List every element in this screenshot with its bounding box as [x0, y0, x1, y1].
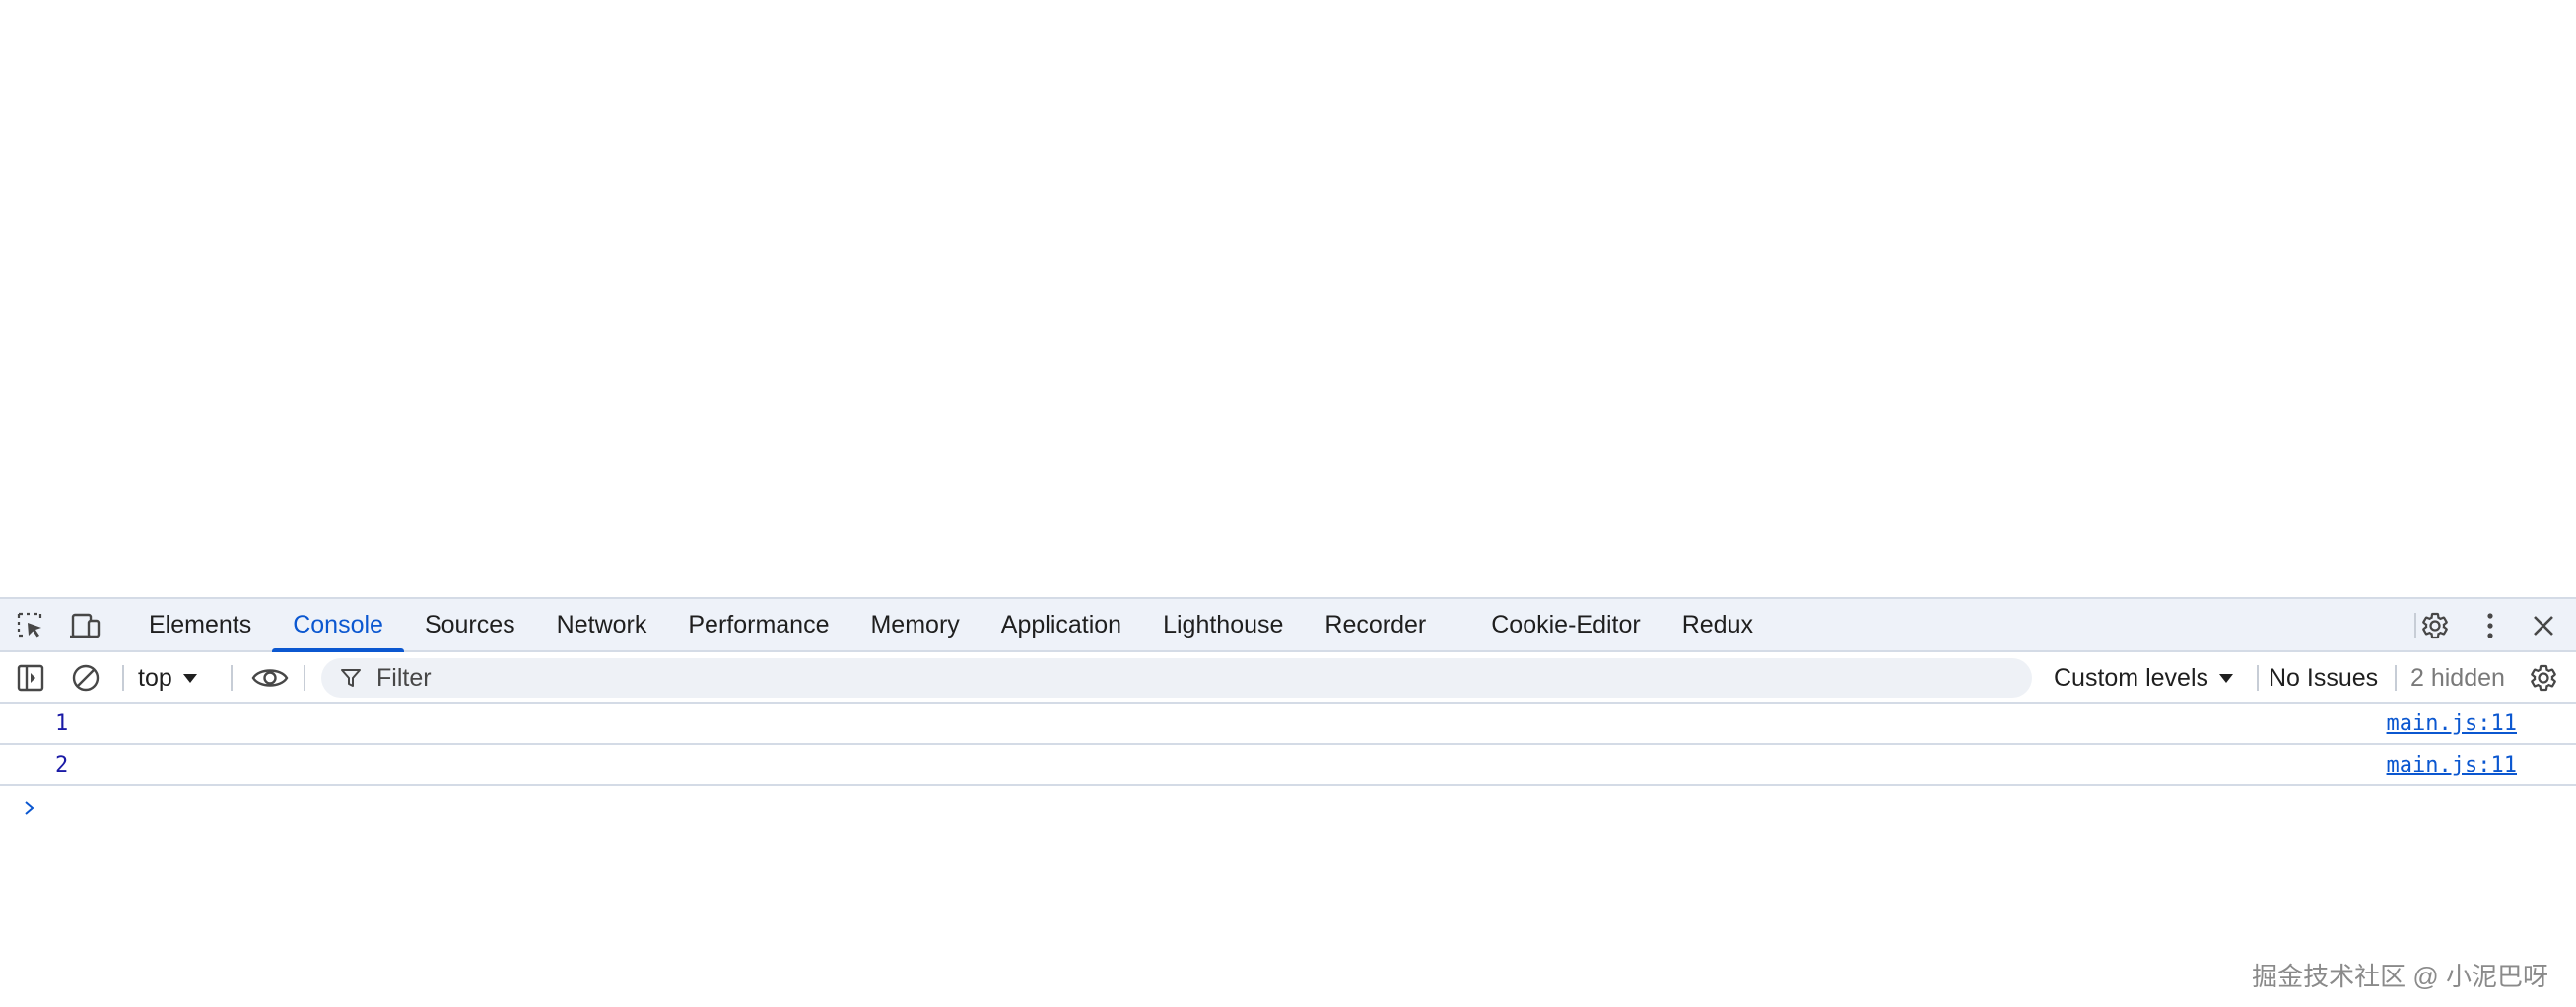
tab-lighthouse[interactable]: Lighthouse — [1142, 599, 1304, 650]
tab-application[interactable]: Application — [981, 599, 1142, 650]
sidebar-toggle-icon[interactable] — [14, 661, 47, 695]
console-message-source-link[interactable]: main.js:11 — [2387, 745, 2517, 786]
toolbar-divider — [231, 665, 233, 691]
gear-icon[interactable] — [2418, 609, 2452, 642]
tab-cookie-editor[interactable]: Cookie-Editor — [1470, 599, 1661, 650]
device-toolbar-icon[interactable] — [69, 609, 102, 642]
dropdown-arrow-icon — [2219, 674, 2233, 683]
devtools-panel: Elements Console Sources Network Perform… — [0, 597, 2576, 1007]
filter-box[interactable] — [321, 658, 2032, 698]
toolbar-divider — [304, 665, 305, 691]
dropdown-arrow-icon — [182, 674, 197, 683]
kebab-menu-icon[interactable] — [2474, 609, 2507, 642]
issues-counter[interactable]: No Issues — [2269, 661, 2378, 695]
devtools-tabs: Elements Console Sources Network Perform… — [128, 599, 1774, 652]
prompt-chevron-icon — [25, 801, 34, 815]
watermark: 掘金技术社区 @ 小泥巴呀 — [2252, 962, 2548, 991]
devtools-tabbar: Elements Console Sources Network Perform… — [0, 599, 2576, 652]
console-toolbar: top Custom levels — [0, 652, 2576, 704]
tab-redux[interactable]: Redux — [1661, 599, 1774, 650]
console-message-value: 2 — [55, 753, 69, 777]
inspect-element-icon[interactable] — [14, 609, 47, 642]
filter-input[interactable] — [374, 662, 1955, 694]
console-prompt-input[interactable] — [55, 790, 2519, 826]
tab-memory[interactable]: Memory — [849, 599, 980, 650]
console-message: 2 main.js:11 — [0, 745, 2576, 786]
close-icon[interactable] — [2527, 609, 2560, 642]
console-prompt — [0, 786, 2576, 830]
console-message-source-link[interactable]: main.js:11 — [2387, 704, 2517, 745]
log-levels-select[interactable]: Custom levels — [2054, 661, 2234, 695]
clear-console-icon[interactable] — [69, 661, 102, 695]
tab-recorder[interactable]: Recorder — [1304, 599, 1447, 650]
context-select[interactable]: top — [138, 661, 198, 695]
console-message-value: 1 — [55, 711, 69, 736]
tab-elements[interactable]: Elements — [128, 599, 272, 650]
toolbar-divider — [122, 665, 124, 691]
console-settings-gear-icon[interactable] — [2527, 661, 2560, 695]
console-message: 1 main.js:11 — [0, 704, 2576, 745]
log-levels-label: Custom levels — [2054, 663, 2208, 692]
console-messages: 1 main.js:11 2 main.js:11 — [0, 704, 2576, 830]
context-select-value: top — [138, 663, 172, 692]
toolbar-divider — [2395, 665, 2397, 691]
tab-console[interactable]: Console — [272, 599, 404, 652]
page-viewport — [0, 0, 2576, 597]
live-expression-eye-icon[interactable] — [250, 661, 290, 695]
toolbar-divider — [2257, 665, 2259, 691]
tab-sources[interactable]: Sources — [404, 599, 536, 650]
hidden-messages-count: 2 hidden — [2410, 664, 2505, 692]
tab-network[interactable]: Network — [536, 599, 668, 650]
tab-performance[interactable]: Performance — [667, 599, 849, 650]
tabbar-divider — [2414, 613, 2416, 638]
filter-icon — [339, 666, 363, 690]
